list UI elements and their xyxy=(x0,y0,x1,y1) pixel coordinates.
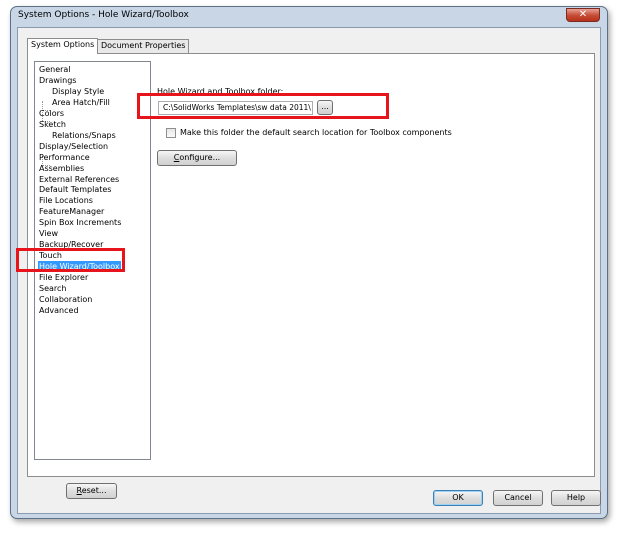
tree-item-display-selection[interactable]: Display/Selection xyxy=(39,141,108,152)
tree-item-performance[interactable]: Performance xyxy=(39,152,90,163)
tree-item-area-hatch-fill[interactable]: Area Hatch/Fill xyxy=(52,97,110,108)
tree-item-hole-wizard-toolbox[interactable]: Hole Wizard/Toolbox xyxy=(38,261,121,273)
tree-item-featuremanager[interactable]: FeatureManager xyxy=(39,206,104,217)
reset-button[interactable]: Reset... xyxy=(66,483,117,499)
tree-item-touch[interactable]: Touch xyxy=(39,250,62,261)
tree-item-spin-box-increments[interactable]: Spin Box Increments xyxy=(39,217,121,228)
tree-item-search[interactable]: Search xyxy=(39,283,66,294)
tab-document-properties[interactable]: Document Properties xyxy=(97,39,190,53)
dialog-window: System Options - Hole Wizard/Toolbox ✕ S… xyxy=(10,6,608,519)
tree-item-advanced[interactable]: Advanced xyxy=(39,305,79,316)
folder-path-field[interactable]: C:\SolidWorks Templates\sw data 2011\ xyxy=(158,101,313,115)
tree-item-relations-snaps[interactable]: Relations/Snaps xyxy=(52,130,116,141)
tree-item-default-templates[interactable]: Default Templates xyxy=(39,184,111,195)
browse-button[interactable]: ... xyxy=(317,100,333,115)
tree-item-file-explorer[interactable]: File Explorer xyxy=(39,272,88,283)
tree-item-drawings[interactable]: Drawings xyxy=(39,75,76,86)
configure-button[interactable]: Configure... xyxy=(157,150,237,166)
tab-label: Document Properties xyxy=(101,41,186,50)
tree-item-view[interactable]: View xyxy=(39,228,58,239)
tree-item-display-style[interactable]: Display Style xyxy=(52,86,104,97)
options-tree[interactable]: General Drawings Display Style Area Hatch/F… xyxy=(34,61,151,460)
default-search-checkbox[interactable] xyxy=(166,128,176,138)
tree-item-assemblies[interactable]: Assemblies xyxy=(39,163,84,174)
dialog-client: System Options Document Properties Gener… xyxy=(17,27,601,514)
close-icon: ✕ xyxy=(578,9,588,20)
help-button[interactable]: Help xyxy=(551,490,601,506)
tab-system-options[interactable]: System Options xyxy=(27,38,99,54)
close-button[interactable]: ✕ xyxy=(566,8,600,22)
tree-item-file-locations[interactable]: File Locations xyxy=(39,195,93,206)
tree-item-backup-recover[interactable]: Backup/Recover xyxy=(39,239,103,250)
tree-item-external-references[interactable]: External References xyxy=(39,174,119,185)
tab-label: System Options xyxy=(31,40,95,49)
tree-item-colors[interactable]: Colors xyxy=(39,108,64,119)
cancel-button[interactable]: Cancel xyxy=(493,490,543,506)
tab-panel: General Drawings Display Style Area Hatch/F… xyxy=(27,53,595,477)
window-title: System Options - Hole Wizard/Toolbox xyxy=(18,10,189,20)
checkbox-label: Make this folder the default search loca… xyxy=(180,128,452,137)
tree-item-general[interactable]: General xyxy=(39,64,71,75)
tree-item-collaboration[interactable]: Collaboration xyxy=(39,294,92,305)
ok-button[interactable]: OK xyxy=(433,490,483,506)
folder-label: Hole Wizard and Toolbox folder: xyxy=(157,87,284,96)
tree-item-sketch[interactable]: Sketch xyxy=(39,119,66,130)
